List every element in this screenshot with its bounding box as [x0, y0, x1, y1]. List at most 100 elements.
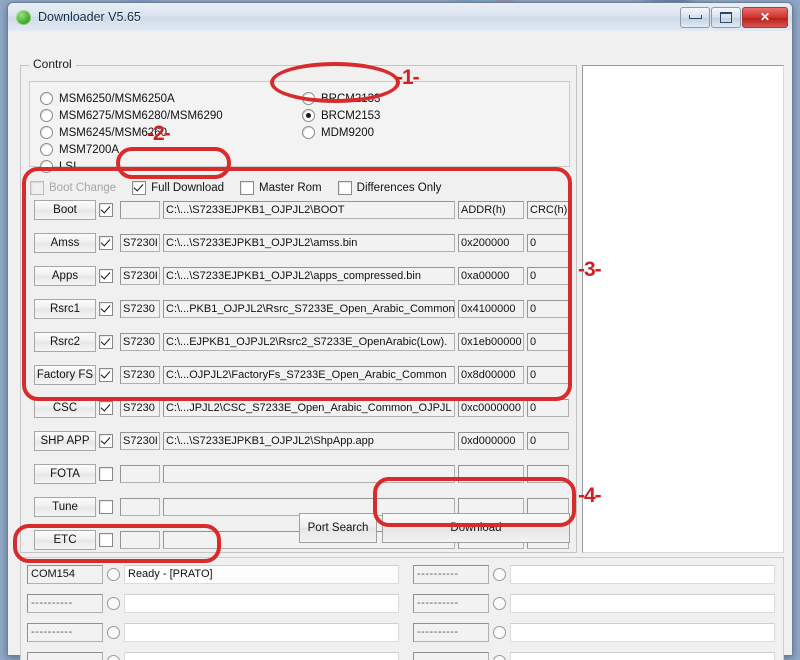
- port-radio-icon[interactable]: [107, 654, 120, 660]
- row-path-amss[interactable]: C:\...\S7233EJPKB1_OJPJL2\amss.bin: [163, 234, 455, 252]
- row-addr-rsrc2[interactable]: 0x1eb00000: [458, 333, 524, 351]
- row-version-amss[interactable]: S7230I: [120, 234, 160, 252]
- row-version-factory-fs[interactable]: S7230: [120, 366, 160, 384]
- checkbox-label: Full Download: [151, 182, 225, 194]
- radio-msm6245[interactable]: MSM6245/MSM6260: [40, 124, 223, 141]
- close-button[interactable]: ✕: [742, 6, 788, 28]
- row-addr-amss[interactable]: 0x200000: [458, 234, 524, 252]
- row-version-apps[interactable]: S7230I: [120, 267, 160, 285]
- row-button-tune[interactable]: Tune: [34, 497, 96, 517]
- row-button-apps[interactable]: Apps: [34, 266, 96, 286]
- row-addr-apps[interactable]: 0xa00000: [458, 267, 524, 285]
- row-button-fota[interactable]: FOTA: [34, 464, 96, 484]
- port-radio-icon[interactable]: [493, 625, 506, 639]
- row-button-rsrc2[interactable]: Rsrc2: [34, 332, 96, 352]
- table-row: Rsrc1 S7230 C:\...PKB1_OJPJL2\Rsrc_S7233…: [34, 298, 569, 320]
- row-checkbox-csc[interactable]: [96, 401, 120, 415]
- row-version-shp-app[interactable]: S7230I: [120, 432, 160, 450]
- window-client-area: Control MSM6250/MSM6250A MSM6275/MSM6280…: [8, 31, 792, 660]
- row-checkbox-boot[interactable]: [96, 203, 120, 217]
- row-addr-shp-app[interactable]: 0xd000000: [458, 432, 524, 450]
- checkbox-full-download[interactable]: Full Download: [132, 181, 224, 195]
- row-button-factory-fs[interactable]: Factory FS: [34, 365, 96, 385]
- row-button-boot[interactable]: Boot: [34, 200, 96, 220]
- radio-mdm9200[interactable]: MDM9200: [302, 124, 380, 141]
- minimize-button[interactable]: [680, 6, 710, 28]
- port-radio-icon[interactable]: [493, 654, 506, 660]
- row-path-rsrc1[interactable]: C:\...PKB1_OJPJL2\Rsrc_S7233E_Open_Arabi…: [163, 300, 455, 318]
- checkbox-icon: [337, 181, 352, 195]
- row-checkbox-rsrc1[interactable]: [96, 302, 120, 316]
- row-button-etc[interactable]: ETC: [34, 530, 96, 550]
- device-status-panel: COM154 Ready - [PRATO] ---------- ------…: [20, 557, 784, 660]
- radio-brcm2133[interactable]: BRCM2133: [302, 90, 380, 107]
- row-path-shp-app[interactable]: C:\...\S7233EJPKB1_OJPJL2\ShpApp.app: [163, 432, 455, 450]
- row-path-apps[interactable]: C:\...\S7233EJPKB1_OJPJL2\apps_compresse…: [163, 267, 455, 285]
- row-path-boot[interactable]: C:\...\S7233EJPKB1_OJPJL2\BOOT: [163, 201, 455, 219]
- port-field[interactable]: COM154: [27, 564, 103, 584]
- row-addr-fota[interactable]: [458, 465, 524, 483]
- row-crc-csc[interactable]: 0: [527, 399, 569, 417]
- row-checkbox-tune[interactable]: [96, 500, 120, 514]
- row-crc-apps[interactable]: 0: [527, 267, 569, 285]
- row-version-fota[interactable]: [120, 465, 160, 483]
- row-crc-factory-fs[interactable]: 0: [527, 366, 569, 384]
- row-checkbox-amss[interactable]: [96, 236, 120, 250]
- port-field[interactable]: ----------: [413, 593, 489, 613]
- checkbox-boot-change[interactable]: Boot Change: [30, 181, 116, 195]
- row-path-rsrc2[interactable]: C:\...EJPKB1_OJPJL2\Rsrc2_S7233E_OpenAra…: [163, 333, 455, 351]
- port-field[interactable]: ----------: [27, 622, 103, 642]
- row-version-tune[interactable]: [120, 498, 160, 516]
- port-radio-icon[interactable]: [493, 567, 506, 581]
- row-button-shp-app[interactable]: SHP APP: [34, 431, 96, 451]
- row-crc-boot[interactable]: CRC(h): [527, 201, 569, 219]
- row-crc-shp-app[interactable]: 0: [527, 432, 569, 450]
- port-radio-icon[interactable]: [107, 596, 120, 610]
- row-addr-boot[interactable]: ADDR(h): [458, 201, 524, 219]
- maximize-button[interactable]: [711, 6, 741, 28]
- port-field[interactable]: ----------: [27, 593, 103, 613]
- row-addr-rsrc1[interactable]: 0x4100000: [458, 300, 524, 318]
- row-button-csc[interactable]: CSC: [34, 398, 96, 418]
- row-path-csc[interactable]: C:\...JPJL2\CSC_S7233E_Open_Arabic_Commo…: [163, 399, 455, 417]
- row-crc-amss[interactable]: 0: [527, 234, 569, 252]
- checkbox-master-rom[interactable]: Master Rom: [240, 181, 322, 195]
- row-button-amss[interactable]: Amss: [34, 233, 96, 253]
- radio-label: BRCM2153: [321, 109, 381, 122]
- row-checkbox-fota[interactable]: [96, 467, 120, 481]
- row-version-etc[interactable]: [120, 531, 160, 549]
- port-field[interactable]: ----------: [413, 564, 489, 584]
- row-crc-fota[interactable]: [527, 465, 569, 483]
- row-addr-csc[interactable]: 0xc0000000: [458, 399, 524, 417]
- download-button[interactable]: Download: [382, 513, 570, 543]
- row-checkbox-rsrc2[interactable]: [96, 335, 120, 349]
- checkbox-differences-only[interactable]: Differences Only: [337, 181, 441, 195]
- row-crc-rsrc2[interactable]: 0: [527, 333, 569, 351]
- row-addr-factory-fs[interactable]: 0x8d00000: [458, 366, 524, 384]
- port-radio-icon[interactable]: [107, 625, 120, 639]
- row-version-rsrc1[interactable]: S7230: [120, 300, 160, 318]
- row-version-csc[interactable]: S7230: [120, 399, 160, 417]
- radio-msm7200a[interactable]: MSM7200A: [40, 141, 223, 158]
- row-checkbox-etc[interactable]: [96, 533, 120, 547]
- radio-brcm2153[interactable]: BRCM2153: [302, 107, 380, 124]
- port-radio-icon[interactable]: [493, 596, 506, 610]
- radio-msm6275[interactable]: MSM6275/MSM6280/MSM6290: [40, 107, 223, 124]
- port-field[interactable]: ----------: [27, 651, 103, 660]
- port-radio-icon[interactable]: [107, 567, 120, 581]
- row-version-boot[interactable]: [120, 201, 160, 219]
- port-search-button[interactable]: Port Search: [299, 513, 377, 543]
- row-path-factory-fs[interactable]: C:\...OJPJL2\FactoryFs_S7233E_Open_Arabi…: [163, 366, 455, 384]
- row-crc-rsrc1[interactable]: 0: [527, 300, 569, 318]
- row-checkbox-apps[interactable]: [96, 269, 120, 283]
- row-version-rsrc2[interactable]: S7230: [120, 333, 160, 351]
- log-output-panel[interactable]: [582, 65, 784, 553]
- row-button-rsrc1[interactable]: Rsrc1: [34, 299, 96, 319]
- radio-msm6250[interactable]: MSM6250/MSM6250A: [40, 90, 223, 107]
- row-checkbox-shp-app[interactable]: [96, 434, 120, 448]
- port-field[interactable]: ----------: [413, 651, 489, 660]
- port-field[interactable]: ----------: [413, 622, 489, 642]
- row-path-fota[interactable]: [163, 465, 455, 483]
- radio-lsi[interactable]: LSI: [40, 158, 223, 175]
- row-checkbox-factory-fs[interactable]: [96, 368, 120, 382]
